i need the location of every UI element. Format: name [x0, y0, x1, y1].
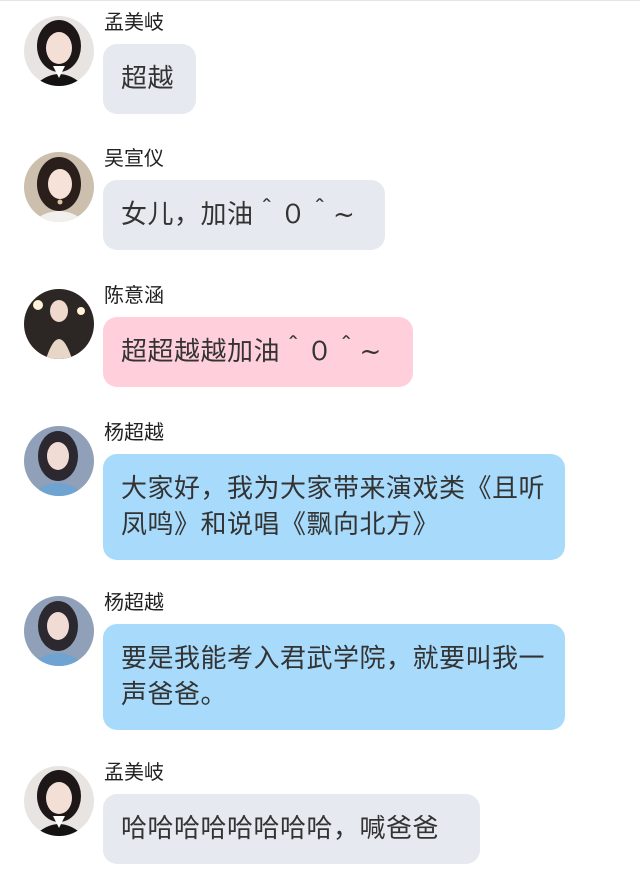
top-divider: [0, 0, 640, 1]
message-bubble[interactable]: 超超越越加油＾０＾~: [103, 317, 413, 387]
sender-name: 杨超越: [104, 590, 164, 614]
avatar[interactable]: [24, 289, 94, 359]
sender-name: 孟美岐: [104, 10, 164, 34]
sender-name: 陈意涵: [104, 283, 164, 307]
avatar[interactable]: [24, 152, 94, 222]
sender-name: 孟美岐: [104, 760, 164, 784]
avatar[interactable]: [24, 426, 94, 496]
sender-name: 杨超越: [104, 420, 164, 444]
avatar[interactable]: [24, 766, 94, 836]
avatar[interactable]: [24, 16, 94, 86]
avatar[interactable]: [24, 596, 94, 666]
message-bubble[interactable]: 哈哈哈哈哈哈哈哈，喊爸爸: [103, 794, 480, 864]
message-bubble[interactable]: 超越: [103, 44, 196, 114]
sender-name: 吴宣仪: [104, 146, 164, 170]
message-bubble[interactable]: 女儿，加油＾０＾~: [103, 180, 385, 250]
message-bubble[interactable]: 大家好，我为大家带来演戏类《且听凤鸣》和说唱《飘向北方》: [103, 454, 565, 560]
message-bubble[interactable]: 要是我能考入君武学院，就要叫我一声爸爸。: [103, 624, 565, 730]
